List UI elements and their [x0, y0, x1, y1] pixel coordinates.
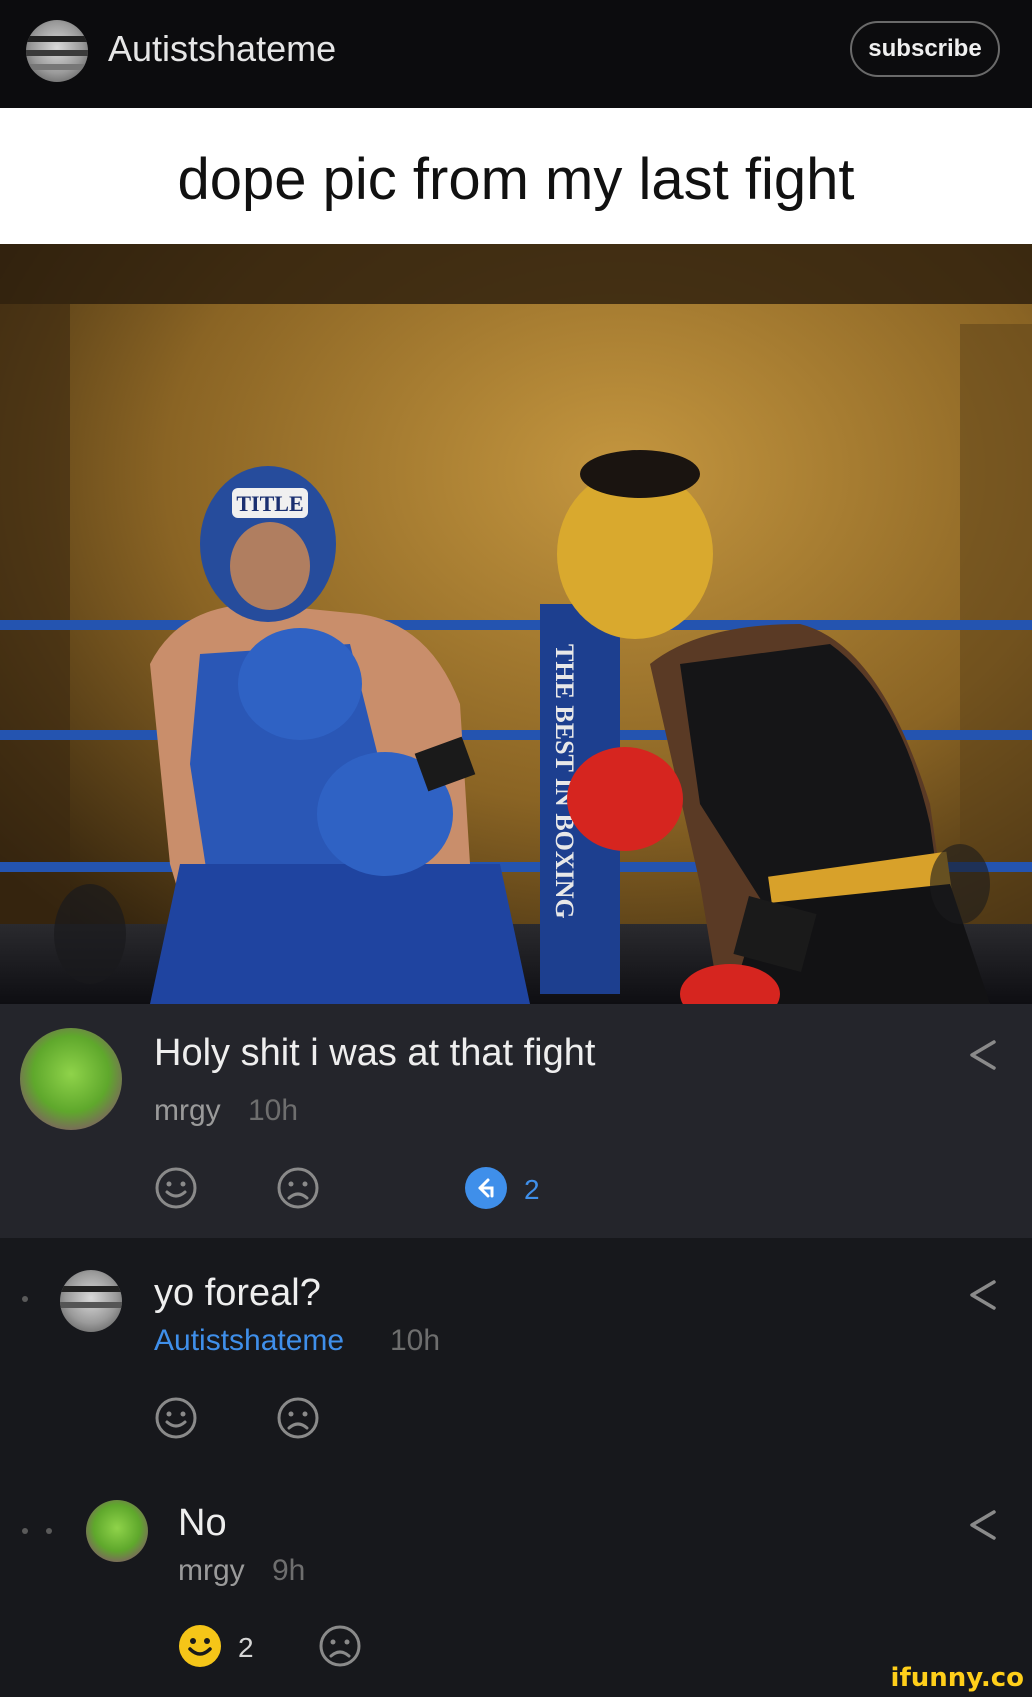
frown-icon[interactable]: [318, 1624, 362, 1668]
subscribe-button[interactable]: subscribe: [850, 21, 1000, 77]
share-icon[interactable]: [966, 1278, 1000, 1312]
post-header: Autistshateme subscribe: [0, 0, 1032, 108]
share-icon[interactable]: [966, 1508, 1000, 1542]
comment-text: Holy shit i was at that fight: [154, 1032, 596, 1074]
smile-icon[interactable]: [154, 1166, 198, 1210]
post-caption: dope pic from my last fight: [177, 147, 855, 212]
author-username[interactable]: Autistshateme: [108, 28, 336, 70]
post-image[interactable]: THE BEST IN BOXING TITLE: [0, 244, 1032, 1004]
comment-time: 10h: [390, 1324, 441, 1357]
green-mask-avatar-icon[interactable]: [20, 1028, 122, 1130]
comment-item: Holy shit i was at that fight mrgy 10h 2: [0, 1004, 1032, 1238]
smile-count[interactable]: 2: [238, 1632, 254, 1664]
comment-text: No: [178, 1502, 227, 1544]
headgear-logo-text: TITLE: [236, 491, 303, 516]
smile-active-icon[interactable]: [178, 1624, 222, 1668]
reply-count[interactable]: 2: [524, 1174, 540, 1206]
comment-text: yo foreal?: [154, 1272, 321, 1314]
green-mask-avatar-icon[interactable]: [86, 1500, 148, 1562]
boxing-photo: THE BEST IN BOXING TITLE: [0, 244, 1032, 1004]
comment-time: 10h: [248, 1094, 299, 1127]
author-avatar[interactable]: [26, 20, 88, 82]
reply-icon[interactable]: [464, 1166, 508, 1210]
comment-item: No mrgy 9h 2 ifunny.co: [0, 1468, 1032, 1697]
comment-item: yo foreal? Autistshateme 10h: [0, 1238, 1032, 1468]
comment-username[interactable]: mrgy: [154, 1094, 221, 1128]
post-caption-area: dope pic from my last fight: [0, 108, 1032, 244]
page: Autistshateme subscribe dope pic from my…: [0, 0, 1032, 1697]
comment-username[interactable]: mrgy: [178, 1554, 245, 1588]
ifunny-watermark: ifunny.co: [890, 1663, 1024, 1693]
frown-icon[interactable]: [276, 1396, 320, 1440]
comment-username[interactable]: Autistshateme: [154, 1324, 344, 1358]
user-avatar-icon[interactable]: [60, 1270, 122, 1332]
frown-icon[interactable]: [276, 1166, 320, 1210]
share-icon[interactable]: [966, 1038, 1000, 1072]
comment-time: 9h: [272, 1554, 306, 1587]
smile-icon[interactable]: [154, 1396, 198, 1440]
